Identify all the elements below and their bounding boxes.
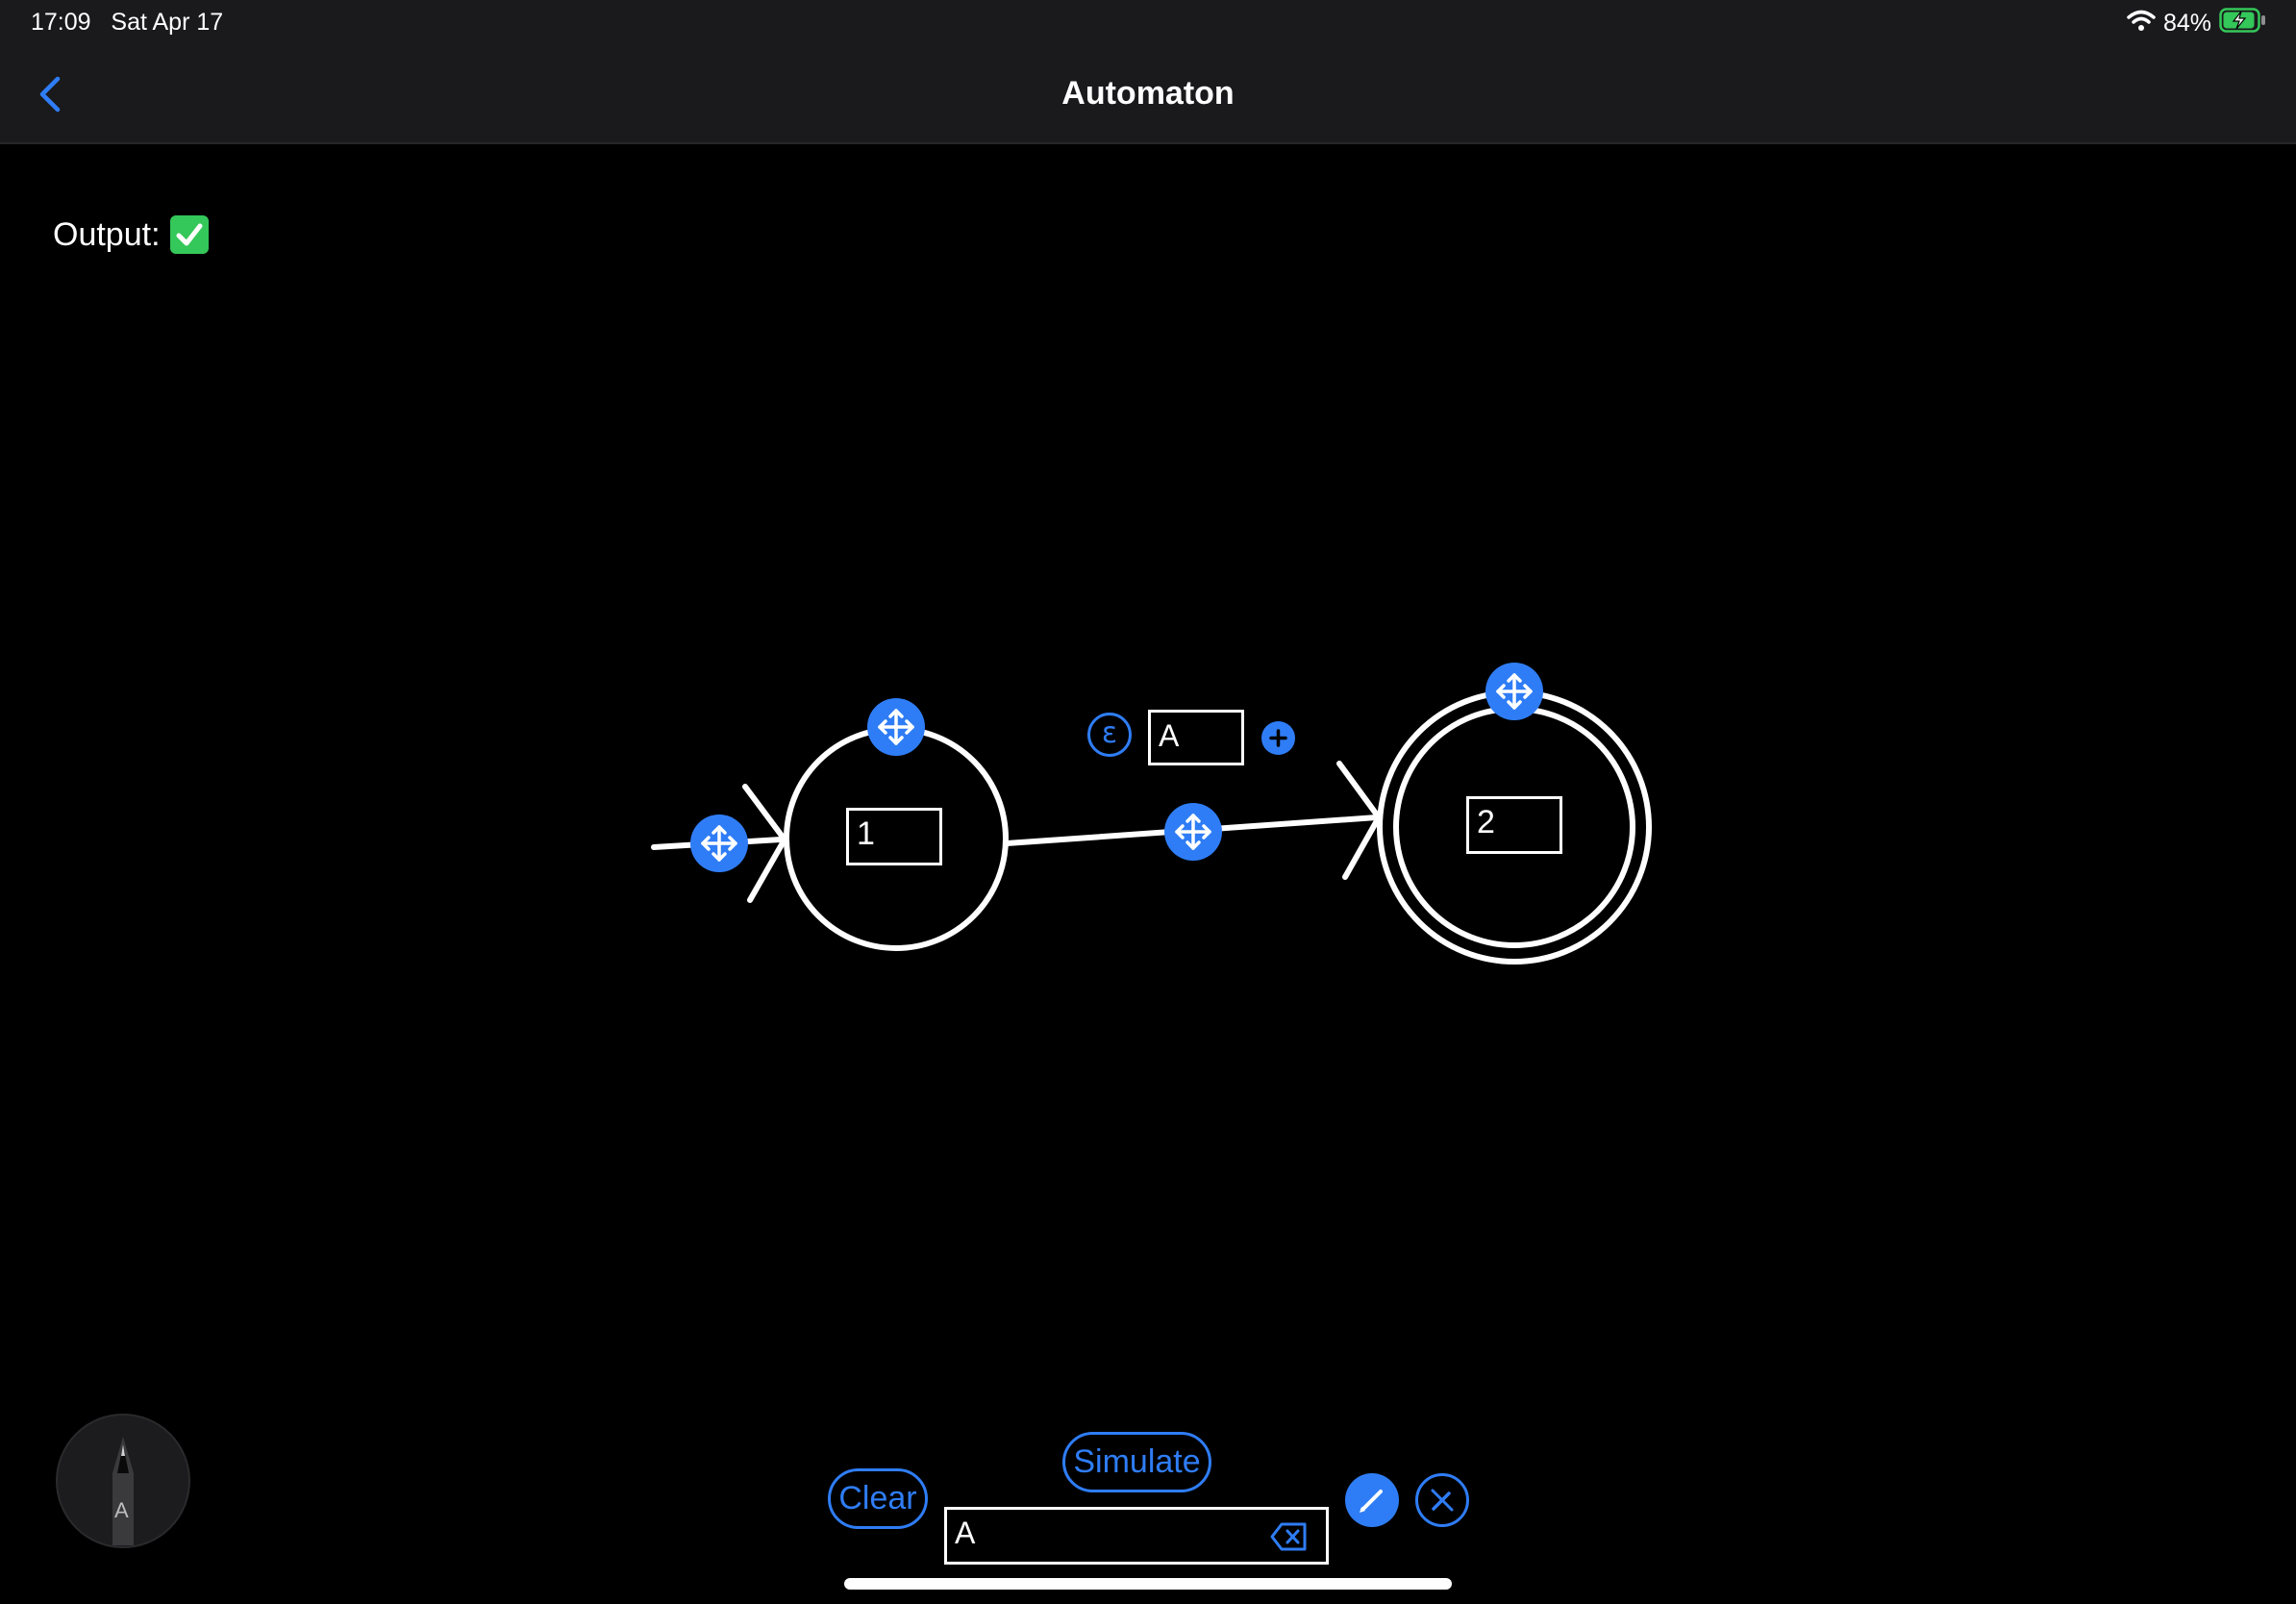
pencil-tool-label: A [114, 1498, 129, 1522]
move-arrows-icon [1496, 673, 1533, 710]
state-1-move-handle[interactable] [867, 698, 925, 756]
state-1-label[interactable]: 1 [846, 808, 942, 865]
pencil-slash-icon [1431, 1489, 1454, 1512]
epsilon-button[interactable]: ε [1087, 713, 1132, 757]
clear-button[interactable]: Clear [828, 1468, 928, 1529]
home-indicator[interactable] [844, 1578, 1452, 1590]
pencil-tip-icon [112, 1437, 134, 1545]
delete-backward-icon[interactable] [1270, 1521, 1309, 1560]
add-symbol-button[interactable] [1261, 721, 1295, 755]
move-arrows-icon [1175, 814, 1211, 850]
move-arrows-icon [878, 709, 914, 745]
transition-symbol-input[interactable]: A [1148, 710, 1244, 765]
pencil-icon [1360, 1490, 1383, 1513]
state-2-label[interactable]: 2 [1466, 796, 1562, 854]
move-arrows-icon [701, 825, 737, 862]
simulate-button[interactable]: Simulate [1062, 1432, 1211, 1492]
pencil-tool-palette[interactable]: A [56, 1414, 190, 1548]
state-2-move-handle[interactable] [1485, 663, 1543, 720]
automaton-canvas [651, 689, 1652, 965]
initial-arrow-move-handle[interactable] [690, 815, 748, 872]
draw-mode-button[interactable] [1345, 1473, 1399, 1527]
simulation-input-field[interactable]: A [944, 1507, 1329, 1565]
plus-icon [1269, 729, 1287, 747]
simulation-input-value: A [955, 1516, 976, 1550]
transition-move-handle[interactable] [1164, 803, 1222, 861]
erase-mode-button[interactable] [1415, 1473, 1469, 1527]
